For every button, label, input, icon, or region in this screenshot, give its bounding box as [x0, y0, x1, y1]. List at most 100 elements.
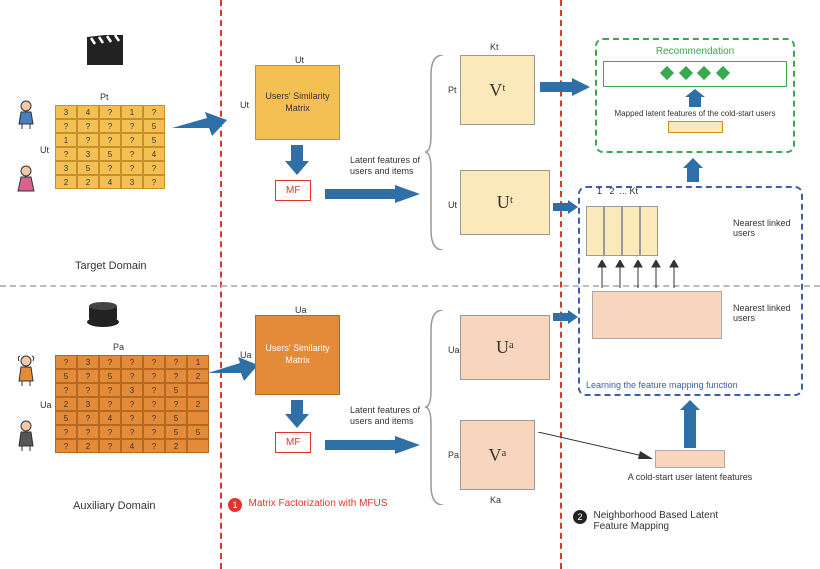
ua-text: Uᵃ: [496, 337, 514, 358]
step2-badge: 2 Neighborhood Based Latent Feature Mapp…: [573, 510, 754, 532]
rating-cell: ?: [143, 383, 165, 397]
mapped-feature-box: [668, 121, 723, 133]
rating-cell: ?: [77, 369, 99, 383]
mf-box-target: MF: [275, 180, 311, 201]
rating-cell: 3: [77, 397, 99, 411]
rating-cell: 4: [99, 411, 121, 425]
rating-cell: 5: [55, 411, 77, 425]
rating-cell: ?: [99, 383, 121, 397]
rating-cell: 3: [55, 105, 77, 119]
cold-label: A cold-start user latent features: [625, 472, 755, 482]
step1-text: Matrix Factorization with MFUS: [249, 498, 409, 509]
rating-cell: 1: [55, 133, 77, 147]
rating-cell: 4: [121, 439, 143, 453]
cold-start-box: [655, 450, 725, 468]
ut-side: Ut: [448, 200, 457, 210]
target-domain-label: Target Domain: [75, 260, 147, 272]
rating-cell: 3: [77, 355, 99, 369]
sim-text-t: Users' Similarity Matrix: [256, 91, 339, 114]
rating-cell: ?: [143, 397, 165, 411]
rating-cell: 3: [77, 147, 99, 161]
rating-cell: ?: [143, 161, 165, 175]
rating-cell: ?: [99, 397, 121, 411]
nearest1: Nearest linked users: [733, 218, 793, 238]
rating-cell: ?: [143, 369, 165, 383]
diamond-icon: [716, 66, 730, 80]
latent-label-t: Latent features of users and items: [350, 155, 430, 177]
vt-box: Vᵗ: [460, 55, 535, 125]
learning-caption: Learning the feature mapping function: [586, 380, 738, 390]
rating-cell: [187, 383, 209, 397]
user-icon-2: [15, 165, 37, 197]
rating-cell: ?: [99, 161, 121, 175]
vt-text: Vᵗ: [489, 80, 505, 101]
target-slab: [604, 206, 622, 256]
rating-cell: ?: [121, 397, 143, 411]
ut-text: Uᵗ: [497, 192, 513, 213]
rating-cell: ?: [143, 175, 165, 189]
rating-cell: ?: [121, 147, 143, 161]
rating-cell: ?: [99, 119, 121, 133]
va-box: Vᵃ: [460, 420, 535, 490]
kt-cols: 1 2 ... Kt: [597, 186, 638, 196]
rating-cell: 2: [165, 439, 187, 453]
rating-cell: 1: [187, 355, 209, 369]
rating-cell: ?: [121, 425, 143, 439]
target-slab: [622, 206, 640, 256]
step1-badge: 1 Matrix Factorization with MFUS: [228, 498, 409, 512]
rating-cell: ?: [77, 383, 99, 397]
rating-cell: ?: [99, 439, 121, 453]
mf-box-aux: MF: [275, 432, 311, 453]
pt-side: Pt: [448, 85, 457, 95]
rating-cell: 5: [165, 411, 187, 425]
rating-cell: 4: [99, 175, 121, 189]
rating-cell: 5: [165, 425, 187, 439]
step2-text: Neighborhood Based Latent Feature Mappin…: [594, 510, 754, 532]
aux-rating-table: ?3????15?5???2???3?523????25?4??5?????55…: [55, 355, 209, 453]
diamond-icon: [679, 66, 693, 80]
rating-cell: 5: [55, 369, 77, 383]
ut-label: Ut: [40, 145, 49, 155]
rating-cell: ?: [143, 439, 165, 453]
rating-cell: 5: [77, 161, 99, 175]
target-sim-matrix: Users' Similarity Matrix: [255, 65, 340, 140]
rating-cell: ?: [165, 369, 187, 383]
books-icon: [85, 300, 121, 330]
target-rating-table: 34?1?????51???5?35?435???2243?: [55, 105, 165, 189]
ua-label: Ua: [40, 400, 52, 410]
rating-cell: ?: [55, 147, 77, 161]
rating-cell: 2: [55, 397, 77, 411]
rating-cell: ?: [121, 119, 143, 133]
sim-top-a: Ua: [295, 305, 307, 315]
diamond-icon: [660, 66, 674, 80]
learning-box: 1 2 ... Kt Nearest linked users Nearest …: [578, 186, 803, 396]
ka-label: Ka: [490, 495, 501, 505]
rating-cell: ?: [77, 133, 99, 147]
pa-side: Pa: [448, 450, 459, 460]
rating-cell: 5: [99, 369, 121, 383]
rating-cell: ?: [121, 133, 143, 147]
user-icon-1: [15, 100, 37, 132]
rating-cell: ?: [99, 425, 121, 439]
rating-cell: ?: [55, 355, 77, 369]
rating-cell: ?: [143, 355, 165, 369]
rating-cell: 4: [77, 105, 99, 119]
user-icon-3: [15, 355, 37, 389]
rating-cell: ?: [99, 105, 121, 119]
latent-label-a: Latent features of users and items: [350, 405, 430, 427]
sim-text-a: Users' Similarity Matrix: [256, 343, 339, 366]
rating-cell: 4: [143, 147, 165, 161]
rating-cell: 2: [77, 175, 99, 189]
rating-cell: 2: [77, 439, 99, 453]
rating-cell: 2: [55, 175, 77, 189]
rating-cell: 5: [187, 425, 209, 439]
kt-label: Kt: [490, 42, 499, 52]
ua-side: Ua: [448, 345, 460, 355]
rating-cell: ?: [77, 425, 99, 439]
mapped-label: Mapped latent features of the cold-start…: [603, 109, 787, 118]
rating-cell: ?: [55, 119, 77, 133]
target-slab: [586, 206, 604, 256]
rating-cell: ?: [165, 355, 187, 369]
rating-cell: 5: [143, 133, 165, 147]
rating-cell: 3: [121, 175, 143, 189]
